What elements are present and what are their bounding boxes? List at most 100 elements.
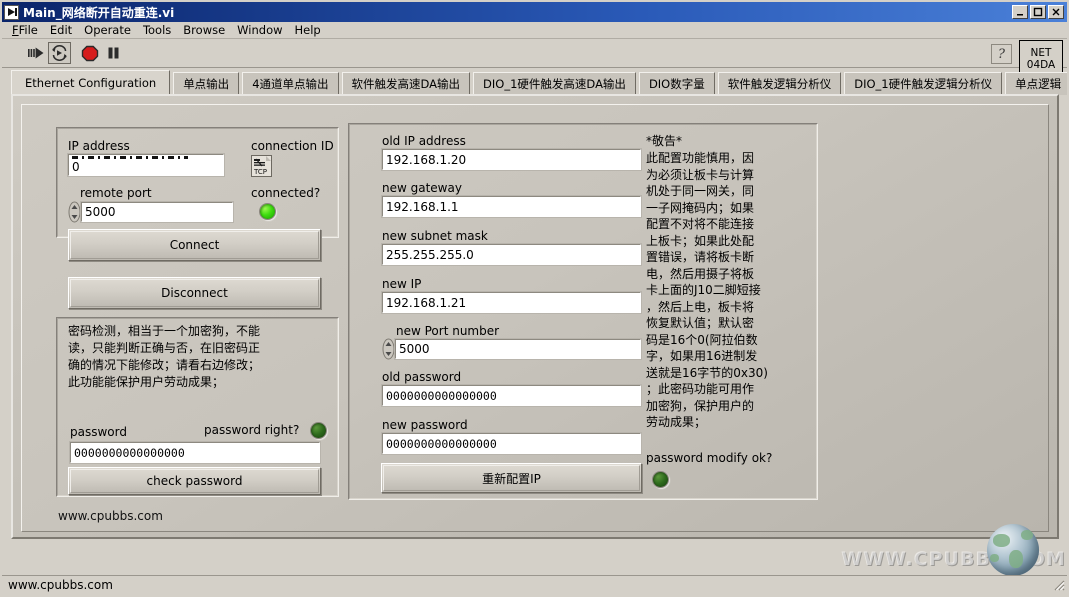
old-ip-value: 192.168.1.20 xyxy=(386,152,467,167)
menu-bar: FFileFile Edit Operate Tools Browse Wind… xyxy=(2,22,1067,39)
connection-id-label: connection ID xyxy=(251,139,334,153)
tab-label: 4通道单点输出 xyxy=(252,77,329,91)
window-title: Main_网络断开自动重连.vi xyxy=(23,5,175,20)
remote-port-value: 5000 xyxy=(85,205,116,219)
password-input[interactable]: 0000000000000000 xyxy=(70,442,320,463)
remote-port-label: remote port xyxy=(80,186,152,200)
ip-address-label: IP address xyxy=(68,139,130,153)
check-password-button[interactable]: check password xyxy=(68,467,321,495)
minimize-button[interactable] xyxy=(1012,5,1028,19)
ip-address-value: 0 xyxy=(72,160,80,174)
tab-page-container: IP address connection ID 0 TCP remote po… xyxy=(11,94,1059,539)
password-modify-ok-led xyxy=(652,471,669,488)
new-gateway-value: 192.168.1.1 xyxy=(386,199,459,214)
notice-title: *敬告* xyxy=(646,134,683,148)
new-port-value: 5000 xyxy=(399,342,430,356)
old-password-label: old password xyxy=(382,370,462,384)
menu-edit[interactable]: Edit xyxy=(44,22,78,38)
reconfigure-ip-button[interactable]: 重新配置IP xyxy=(381,463,642,493)
tab-label: 软件触发逻辑分析仪 xyxy=(727,77,832,91)
notice-body: 此配置功能慎用，因 为必须让板卡与计算 机处于同一网关，同 一子网掩码内；如果 … xyxy=(646,151,768,429)
disconnect-button-label: Disconnect xyxy=(161,286,228,300)
password-right-label: password right? xyxy=(204,423,300,437)
password-label: password xyxy=(70,425,127,439)
disconnect-button[interactable]: Disconnect xyxy=(68,277,321,309)
password-right-led xyxy=(310,422,327,439)
tab-4ch-single-point-output[interactable]: 4通道单点输出 xyxy=(242,72,339,95)
password-note-text: 密码检测，相当于一个加密狗，不能 读，只能判断正确与否，在旧密码正 确的情况下能… xyxy=(68,324,261,389)
abort-execution-button[interactable] xyxy=(78,42,101,64)
resize-grip[interactable] xyxy=(1051,577,1065,591)
connect-button-label: Connect xyxy=(169,238,220,252)
menu-file[interactable]: FFileFile xyxy=(6,22,44,38)
menu-tools[interactable]: Tools xyxy=(137,22,177,38)
remote-port-input[interactable]: 5000 xyxy=(81,202,233,222)
net-badge-line1: NET xyxy=(1030,46,1052,59)
new-subnet-mask-label: new subnet mask xyxy=(382,229,488,243)
window-titlebar: Main_网络断开自动重连.vi xyxy=(2,2,1067,22)
old-password-value: 0000000000000000 xyxy=(386,388,497,403)
labview-vi-icon xyxy=(4,4,19,20)
remote-port-spinner[interactable] xyxy=(68,201,81,223)
tab-single-point-logic[interactable]: 单点逻辑 xyxy=(1005,72,1069,95)
tab-label: 单点输出 xyxy=(183,77,230,91)
connected-led xyxy=(259,203,276,220)
tab-bar: Ethernet Configuration 单点输出 4通道单点输出 软件触发… xyxy=(11,70,1069,95)
labview-front-panel-window: Main_网络断开自动重连.vi FFileFile Edit Operate … xyxy=(0,0,1069,597)
new-ip-input[interactable]: 192.168.1.21 xyxy=(382,292,641,313)
run-button[interactable] xyxy=(24,42,47,64)
new-subnet-mask-value: 255.255.255.0 xyxy=(386,247,474,262)
old-ip-input[interactable]: 192.168.1.20 xyxy=(382,149,641,170)
new-port-input[interactable]: 5000 xyxy=(395,339,641,359)
connect-button[interactable]: Connect xyxy=(68,229,321,261)
tab-single-point-output[interactable]: 单点输出 xyxy=(173,72,240,95)
tab-label: Ethernet Configuration xyxy=(25,76,157,90)
password-modify-ok-label: password modify ok? xyxy=(646,451,773,465)
tab-label: DIO_1硬件触发高速DA输出 xyxy=(483,77,626,91)
menu-browse[interactable]: Browse xyxy=(177,22,231,38)
context-help-button[interactable]: ? xyxy=(991,44,1012,64)
new-gateway-input[interactable]: 192.168.1.1 xyxy=(382,196,641,217)
abort-stop-icon xyxy=(81,45,98,61)
status-bar: www.cpubbs.com xyxy=(2,575,1067,593)
tcp-refnum-icon: TCP xyxy=(251,155,272,177)
new-port-spinner[interactable] xyxy=(382,338,395,360)
password-value: 0000000000000000 xyxy=(74,445,185,460)
new-port-label: new Port number xyxy=(396,324,500,338)
new-ip-label: new IP xyxy=(382,277,422,291)
tab-dio1-hardware-trigger-logic-analyzer[interactable]: DIO_1硬件触发逻辑分析仪 xyxy=(844,72,1003,95)
tab-label: 软件触发高速DA输出 xyxy=(351,77,461,91)
tab-label: DIO数字量 xyxy=(648,77,705,91)
tab-dio-digital[interactable]: DIO数字量 xyxy=(638,72,715,95)
window-controls xyxy=(1012,5,1065,19)
tab-dio1-hardware-trigger-da[interactable]: DIO_1硬件触发高速DA输出 xyxy=(473,72,636,95)
tab-software-trigger-da[interactable]: 软件触发高速DA输出 xyxy=(341,72,471,95)
toolbar-button-group xyxy=(24,42,126,64)
ip-address-scrolled-line xyxy=(72,156,188,159)
run-continuously-button[interactable] xyxy=(48,42,71,64)
menu-window[interactable]: Window xyxy=(231,22,288,38)
tab-software-trigger-logic-analyzer[interactable]: 软件触发逻辑分析仪 xyxy=(717,72,842,95)
tab-label: 单点逻辑 xyxy=(1015,77,1062,91)
globe-icon xyxy=(987,524,1039,576)
run-continuously-icon xyxy=(52,45,67,61)
old-ip-label: old IP address xyxy=(382,134,466,148)
old-password-input[interactable]: 0000000000000000 xyxy=(382,385,641,406)
new-password-label: new password xyxy=(382,418,468,432)
pause-button[interactable] xyxy=(102,42,125,64)
tab-ethernet-configuration[interactable]: Ethernet Configuration xyxy=(11,70,171,95)
new-gateway-label: new gateway xyxy=(382,181,462,195)
tab-page: IP address connection ID 0 TCP remote po… xyxy=(21,104,1049,532)
toolbar: ? NET 04DA xyxy=(2,39,1067,78)
new-password-input[interactable]: 0000000000000000 xyxy=(382,433,641,454)
menu-operate[interactable]: Operate xyxy=(78,22,137,38)
pause-icon xyxy=(108,47,119,59)
connected-label: connected? xyxy=(251,186,321,200)
reconfigure-ip-button-label: 重新配置IP xyxy=(482,471,541,486)
menu-help[interactable]: Help xyxy=(289,22,327,38)
close-button[interactable] xyxy=(1048,5,1064,19)
new-subnet-mask-input[interactable]: 255.255.255.0 xyxy=(382,244,641,265)
maximize-button[interactable] xyxy=(1030,5,1046,19)
new-password-value: 0000000000000000 xyxy=(386,436,497,451)
tab-label: DIO_1硬件触发逻辑分析仪 xyxy=(854,77,993,91)
